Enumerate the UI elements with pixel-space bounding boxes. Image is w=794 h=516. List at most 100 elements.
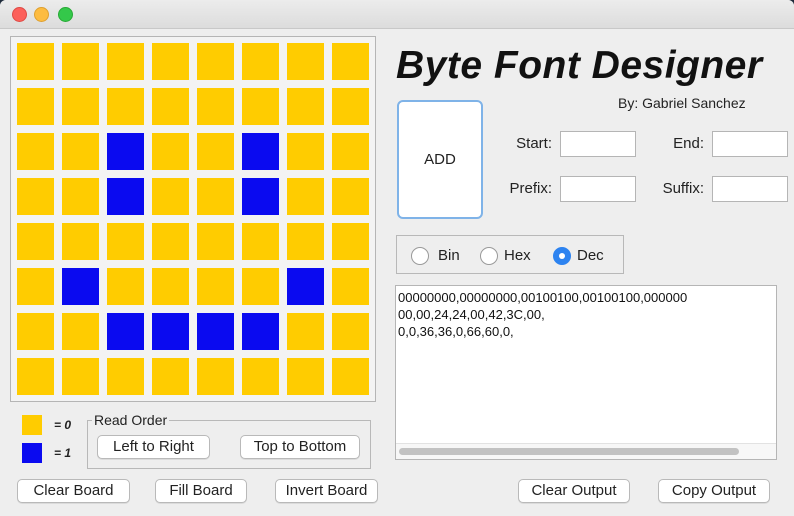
invert-board-button[interactable]: Invert Board (275, 479, 378, 503)
grid-cell[interactable] (287, 133, 324, 170)
grid-cell[interactable] (242, 358, 279, 395)
grid-cell[interactable] (107, 88, 144, 125)
radio-bin[interactable] (411, 247, 429, 265)
grid-cell[interactable] (107, 178, 144, 215)
grid-cell[interactable] (107, 133, 144, 170)
legend-one-label: = 1 (54, 446, 72, 460)
radio-hex[interactable] (480, 247, 498, 265)
grid-cell[interactable] (107, 43, 144, 80)
grid-cell[interactable] (197, 268, 234, 305)
grid-cell[interactable] (152, 178, 189, 215)
grid-cell[interactable] (242, 88, 279, 125)
grid-cell[interactable] (17, 178, 54, 215)
grid-cell[interactable] (62, 268, 99, 305)
app-title: Byte Font Designer (396, 44, 763, 87)
grid-cell[interactable] (287, 268, 324, 305)
grid-cell[interactable] (197, 43, 234, 80)
grid-cell[interactable] (17, 358, 54, 395)
grid-cell[interactable] (107, 358, 144, 395)
radio-bin-label[interactable]: Bin (438, 247, 460, 264)
grid-cell[interactable] (242, 133, 279, 170)
grid-cell[interactable] (62, 88, 99, 125)
grid-cell[interactable] (152, 358, 189, 395)
grid-cell[interactable] (332, 43, 369, 80)
grid-cell[interactable] (197, 178, 234, 215)
grid-cell[interactable] (152, 88, 189, 125)
output-scroll-thumb[interactable] (399, 448, 739, 455)
grid-cell[interactable] (332, 133, 369, 170)
output-textarea[interactable]: 00000000,00000000,00100100,00100100,0000… (395, 285, 777, 460)
pixel-grid (10, 36, 376, 402)
grid-cell[interactable] (152, 313, 189, 350)
grid-cell[interactable] (62, 223, 99, 260)
grid-cell[interactable] (152, 43, 189, 80)
grid-cell[interactable] (152, 223, 189, 260)
grid-cell[interactable] (332, 313, 369, 350)
grid-cell[interactable] (287, 178, 324, 215)
grid-cell[interactable] (242, 223, 279, 260)
grid-cell[interactable] (287, 313, 324, 350)
output-horizontal-scrollbar[interactable] (396, 443, 776, 459)
output-text: 00000000,00000000,00100100,00100100,0000… (398, 289, 687, 340)
legend-zero-label: = 0 (54, 418, 72, 432)
output-line: 0,0,36,36,0,66,60,0, (398, 324, 514, 339)
legend-zero-swatch (22, 415, 42, 435)
clear-board-button[interactable]: Clear Board (17, 479, 130, 503)
output-line: 00000000,00000000,00100100,00100100,0000… (398, 290, 688, 305)
grid-cell[interactable] (197, 88, 234, 125)
grid-cell[interactable] (332, 358, 369, 395)
grid-cell[interactable] (197, 313, 234, 350)
prefix-field[interactable] (560, 176, 636, 202)
grid-cell[interactable] (197, 358, 234, 395)
grid-cell[interactable] (197, 133, 234, 170)
grid-cell[interactable] (62, 358, 99, 395)
grid-cell[interactable] (107, 268, 144, 305)
grid-cell[interactable] (17, 88, 54, 125)
grid-cell[interactable] (62, 43, 99, 80)
grid-cell[interactable] (107, 313, 144, 350)
grid-cell[interactable] (287, 358, 324, 395)
grid-cell[interactable] (17, 43, 54, 80)
grid-cell[interactable] (152, 268, 189, 305)
grid-cell[interactable] (17, 268, 54, 305)
prefix-label: Prefix: (509, 180, 552, 197)
start-field[interactable] (560, 131, 636, 157)
grid-cell[interactable] (242, 43, 279, 80)
grid-cell[interactable] (287, 223, 324, 260)
grid-cell[interactable] (62, 178, 99, 215)
grid-cell[interactable] (332, 178, 369, 215)
close-window-button[interactable] (12, 7, 27, 22)
grid-cell[interactable] (242, 313, 279, 350)
minimize-window-button[interactable] (34, 7, 49, 22)
legend-one-swatch (22, 443, 42, 463)
add-button[interactable]: ADD (397, 100, 483, 219)
grid-cell[interactable] (287, 43, 324, 80)
radio-hex-label[interactable]: Hex (504, 247, 531, 264)
fill-board-button[interactable]: Fill Board (155, 479, 247, 503)
title-bar (0, 0, 794, 29)
grid-cell[interactable] (332, 88, 369, 125)
grid-cell[interactable] (242, 268, 279, 305)
grid-cell[interactable] (287, 88, 324, 125)
grid-cell[interactable] (197, 223, 234, 260)
left-to-right-button[interactable]: Left to Right (97, 435, 210, 459)
grid-cell[interactable] (17, 223, 54, 260)
suffix-field[interactable] (712, 176, 788, 202)
grid-cell[interactable] (152, 133, 189, 170)
grid-cell[interactable] (62, 133, 99, 170)
maximize-window-button[interactable] (58, 7, 73, 22)
grid-cell[interactable] (332, 268, 369, 305)
grid-cell[interactable] (242, 178, 279, 215)
grid-cell[interactable] (17, 133, 54, 170)
grid-cell[interactable] (332, 223, 369, 260)
clear-output-button[interactable]: Clear Output (518, 479, 630, 503)
suffix-label: Suffix: (662, 180, 704, 197)
top-to-bottom-button[interactable]: Top to Bottom (240, 435, 360, 459)
copy-output-button[interactable]: Copy Output (658, 479, 770, 503)
radio-dec[interactable] (553, 247, 571, 265)
grid-cell[interactable] (62, 313, 99, 350)
end-field[interactable] (712, 131, 788, 157)
grid-cell[interactable] (107, 223, 144, 260)
radio-dec-label[interactable]: Dec (577, 247, 604, 264)
grid-cell[interactable] (17, 313, 54, 350)
